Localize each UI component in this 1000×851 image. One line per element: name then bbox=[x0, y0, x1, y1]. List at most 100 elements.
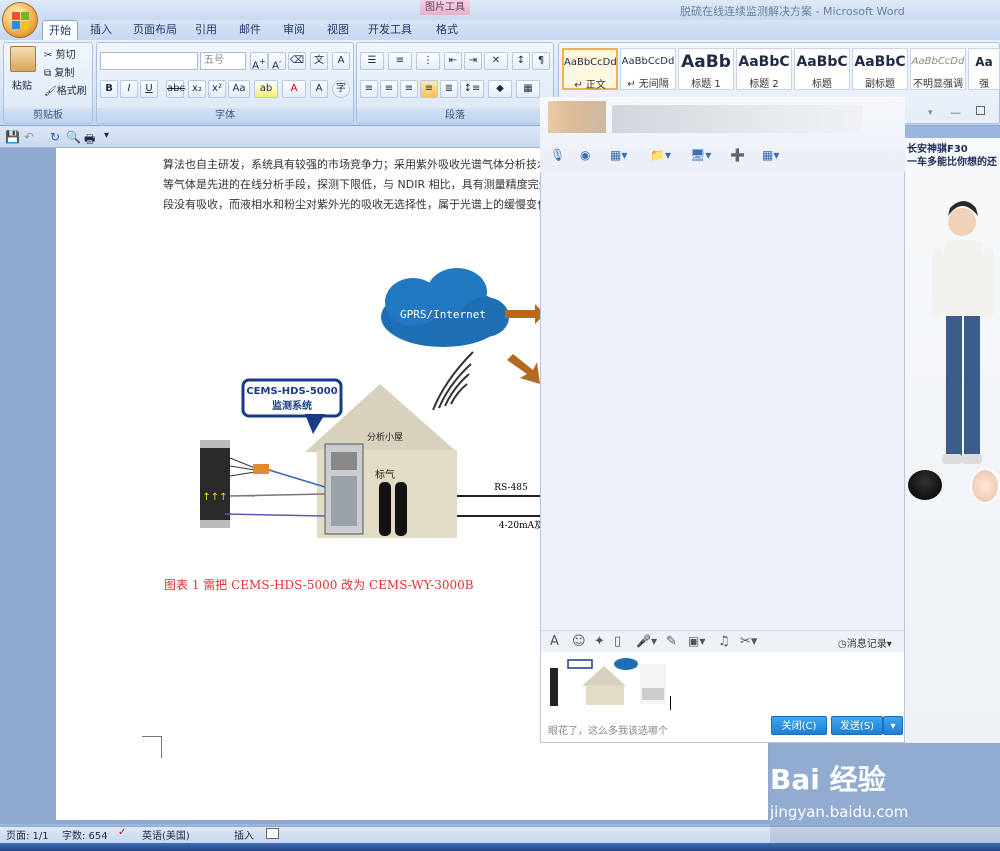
voice-message-icon[interactable]: 🎤▾ bbox=[636, 634, 657, 648]
tab-page-layout[interactable]: 页面布局 bbox=[130, 20, 180, 40]
office-button[interactable] bbox=[2, 2, 38, 38]
subscript-icon[interactable]: x₂ bbox=[188, 80, 206, 98]
bullets-icon[interactable]: ☰ bbox=[360, 52, 384, 70]
tab-insert[interactable]: 插入 bbox=[82, 20, 120, 40]
print-preview-icon[interactable]: 🔍 bbox=[66, 130, 81, 144]
file-transfer-icon[interactable]: 📁▾ bbox=[650, 148, 671, 162]
cut-button[interactable]: ✂ 剪切 bbox=[44, 46, 76, 61]
decrease-indent-icon[interactable]: ⇤ bbox=[444, 52, 462, 70]
screen-share-icon[interactable]: ▦▾ bbox=[610, 148, 627, 162]
italic-icon[interactable]: I bbox=[120, 80, 138, 98]
underline-icon[interactable]: U bbox=[140, 80, 158, 98]
paste-button[interactable]: 粘贴 bbox=[12, 77, 32, 92]
message-history-button[interactable]: ◷消息记录▾ bbox=[838, 635, 892, 650]
font-color-icon[interactable]: A bbox=[282, 80, 306, 98]
shading-icon[interactable]: ◆ bbox=[488, 80, 512, 98]
tab-home[interactable]: 开始 bbox=[42, 20, 78, 40]
copy-icon: ⧉ bbox=[44, 68, 52, 79]
remote-desktop-icon[interactable]: 🖥▾ bbox=[690, 148, 711, 162]
spellcheck-icon[interactable]: ✓ bbox=[118, 827, 126, 838]
font-name-combo[interactable] bbox=[100, 52, 198, 70]
tab-view[interactable]: 视图 bbox=[320, 20, 356, 40]
save-icon[interactable]: 💾 bbox=[5, 130, 20, 144]
status-words[interactable]: 字数: 654 bbox=[62, 827, 108, 842]
contact-mini-avatar[interactable] bbox=[970, 468, 1000, 504]
format-painter-button[interactable]: 🖌格式刷 bbox=[44, 82, 87, 97]
chat-message-area[interactable] bbox=[541, 172, 904, 630]
macro-record-icon[interactable] bbox=[266, 828, 279, 839]
status-page[interactable]: 页面: 1/1 bbox=[6, 827, 49, 842]
contact-avatar[interactable] bbox=[548, 101, 606, 133]
tab-format[interactable]: 格式 bbox=[428, 20, 466, 40]
style-no-spacing[interactable]: AaBbCcDd ↵ 无间隔 bbox=[620, 48, 676, 90]
paragraph-group-label: 段落 bbox=[357, 108, 553, 123]
style-subtle-emphasis[interactable]: AaBbCcDd 不明显强调 bbox=[910, 48, 966, 90]
clear-format-icon[interactable]: ⌫ bbox=[288, 52, 306, 70]
video-clip-icon[interactable]: ▯ bbox=[614, 634, 621, 649]
create-group-icon[interactable]: ➕ bbox=[730, 148, 745, 162]
font-icon[interactable]: A bbox=[550, 634, 559, 649]
redo-icon[interactable]: ↻ bbox=[50, 130, 60, 144]
style-strong[interactable]: Aa 强 bbox=[968, 48, 1000, 90]
style-subtitle[interactable]: AaBbC 副标题 bbox=[852, 48, 908, 90]
tab-developer[interactable]: 开发工具 bbox=[362, 20, 418, 40]
justify-icon[interactable]: ≡ bbox=[420, 80, 438, 98]
char-border-icon[interactable]: A bbox=[332, 52, 350, 70]
chat-menu-icon[interactable]: ▾ bbox=[928, 108, 933, 118]
send-options-icon[interactable]: ▾ bbox=[883, 716, 903, 735]
style-heading-2[interactable]: AaBbC 标题 2 bbox=[736, 48, 792, 90]
style-normal[interactable]: AaBbCcDd ↵ 正文 bbox=[562, 48, 618, 91]
line-spacing-icon[interactable]: ↕≡ bbox=[460, 80, 484, 98]
send-button[interactable]: 发送(S) bbox=[831, 716, 883, 735]
customize-qat-icon[interactable]: ▾ bbox=[104, 130, 109, 141]
video-call-icon[interactable]: ◉ bbox=[580, 148, 590, 162]
undo-icon[interactable]: ↶ bbox=[24, 130, 34, 144]
voice-call-icon[interactable]: 🎙 bbox=[550, 148, 565, 162]
align-left-icon[interactable]: ≡ bbox=[360, 80, 378, 98]
font-size-combo[interactable]: 五号 bbox=[200, 52, 246, 70]
image-icon[interactable]: ▣▾ bbox=[688, 634, 705, 648]
shrink-font-icon[interactable]: A- bbox=[268, 52, 286, 71]
distribute-icon[interactable]: ≣ bbox=[440, 80, 458, 98]
borders-icon[interactable]: ▦ bbox=[516, 80, 540, 98]
minimize-icon[interactable]: — bbox=[950, 106, 961, 119]
pasted-image-thumbnail[interactable] bbox=[548, 658, 670, 708]
change-case-icon[interactable]: Aa bbox=[228, 80, 250, 98]
callout-subtitle: 监测系统 bbox=[272, 399, 312, 412]
copy-button[interactable]: ⧉ 复制 bbox=[44, 64, 74, 79]
tab-references[interactable]: 引用 bbox=[188, 20, 224, 40]
system-diagram-image[interactable]: GPRS/Internet CEMS-HDS-5000 监测系统 分析小屋 标气… bbox=[195, 262, 540, 542]
char-shading-icon[interactable]: A bbox=[310, 80, 328, 98]
increase-indent-icon[interactable]: ⇥ bbox=[464, 52, 482, 70]
music-icon[interactable]: ♫ bbox=[718, 634, 730, 649]
numbering-icon[interactable]: ≡ bbox=[388, 52, 412, 70]
sort-icon[interactable]: ↕ bbox=[512, 52, 530, 70]
close-button[interactable]: 关闭(C) bbox=[771, 716, 827, 735]
style-title[interactable]: AaBbC 标题 bbox=[794, 48, 850, 90]
bold-icon[interactable]: B bbox=[100, 80, 118, 98]
emoji-icon[interactable]: ☺ bbox=[572, 634, 586, 649]
maximize-icon[interactable] bbox=[976, 106, 985, 115]
screenshot-icon[interactable]: ✂▾ bbox=[740, 634, 757, 649]
phonetic-guide-icon[interactable]: 文 bbox=[310, 52, 328, 70]
align-center-icon[interactable]: ≡ bbox=[380, 80, 398, 98]
apps-icon[interactable]: ▦▾ bbox=[762, 148, 779, 162]
paste-icon[interactable] bbox=[10, 46, 36, 72]
tab-review[interactable]: 审阅 bbox=[276, 20, 312, 40]
status-insert-mode[interactable]: 插入 bbox=[234, 827, 254, 842]
tab-mailings[interactable]: 邮件 bbox=[232, 20, 268, 40]
clipboard-group-label: 剪贴板 bbox=[4, 108, 92, 123]
status-language[interactable]: 英语(美国) bbox=[142, 827, 190, 842]
shake-icon[interactable]: ✦ bbox=[594, 634, 605, 649]
enclose-char-icon[interactable]: 字 bbox=[332, 80, 350, 98]
show-marks-icon[interactable]: ¶ bbox=[532, 52, 550, 70]
chinese-layout-icon[interactable]: ✕ bbox=[484, 52, 508, 70]
align-right-icon[interactable]: ≡ bbox=[400, 80, 418, 98]
style-heading-1[interactable]: AaBb 标题 1 bbox=[678, 48, 734, 90]
superscript-icon[interactable]: x² bbox=[208, 80, 226, 98]
highlight-icon[interactable]: ab bbox=[254, 80, 278, 98]
strikethrough-icon[interactable]: abc bbox=[166, 80, 185, 98]
grow-font-icon[interactable]: A+ bbox=[250, 52, 268, 71]
edit-icon[interactable]: ✎ bbox=[666, 634, 677, 649]
multilevel-list-icon[interactable]: ⋮ bbox=[416, 52, 440, 70]
